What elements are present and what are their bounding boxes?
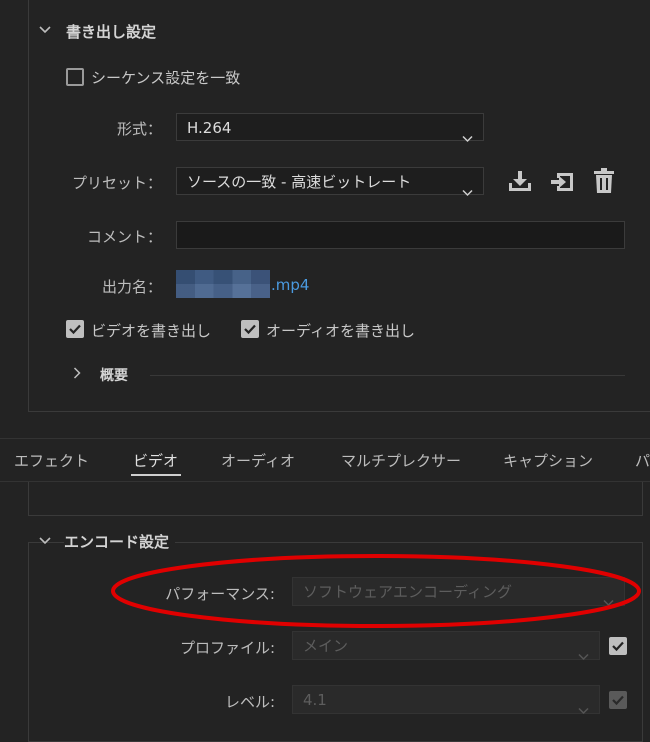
export-video-checkbox[interactable] [66,320,84,338]
collapse-chevron-icon[interactable] [39,536,51,545]
profile-match-source-checkbox[interactable] [609,637,627,655]
tab-video[interactable]: ビデオ [133,450,178,471]
level-select: 4.1 [292,685,600,715]
level-label: レベル: [224,693,275,711]
tab-effects[interactable]: エフェクト [14,450,89,471]
encode-settings-title: エンコード設定 [64,531,176,552]
save-preset-icon[interactable] [507,169,533,193]
preset-label: プリセット： [71,174,162,192]
chevron-down-icon [462,124,473,143]
chevron-down-icon [462,178,473,197]
match-sequence-label: シーケンス設定を一致 [91,69,241,87]
expand-chevron-icon[interactable] [73,367,82,379]
output-name-label: 出力名： [101,278,162,296]
export-settings-title: 書き出し設定 [66,23,157,41]
tab-audio[interactable]: オーディオ [221,450,295,471]
export-video-label: ビデオを書き出し [91,322,212,340]
output-filename-link[interactable]: .mp4 [271,276,309,294]
profile-value: メイン [303,637,349,655]
delete-preset-icon[interactable] [592,168,616,194]
redacted-filename [176,270,270,298]
profile-label: プロファイル: [179,639,275,657]
active-tab-indicator [131,474,181,476]
highlight-ellipse-annotation [111,554,641,628]
export-settings-panel [28,0,650,412]
level-match-source-checkbox [609,691,627,709]
preset-value: ソースの一致 - 高速ビットレート [187,173,412,191]
profile-select: メイン [292,631,600,661]
comment-label: コメント： [86,228,162,246]
tab-multiplexer[interactable]: マルチプレクサー [341,450,461,471]
summary-divider [150,375,625,376]
export-audio-checkbox[interactable] [241,320,259,338]
format-select[interactable]: H.264 [176,113,484,143]
format-value: H.264 [187,119,232,137]
summary-title[interactable]: 概要 [100,365,128,385]
format-label: 形式： [116,120,162,138]
comment-input[interactable] [176,221,625,249]
video-summary-box [28,482,643,516]
export-audio-label: オーディオを書き出し [266,322,415,340]
match-sequence-checkbox[interactable] [66,68,84,86]
chevron-down-icon [578,642,589,661]
chevron-down-icon [578,696,589,715]
tab-captions[interactable]: キャプション [503,450,593,471]
preset-select[interactable]: ソースの一致 - 高速ビットレート [176,167,484,197]
tab-publish[interactable]: パ [635,450,650,471]
import-preset-icon[interactable] [549,169,577,193]
level-value: 4.1 [303,691,327,709]
collapse-chevron-icon[interactable] [39,25,51,34]
